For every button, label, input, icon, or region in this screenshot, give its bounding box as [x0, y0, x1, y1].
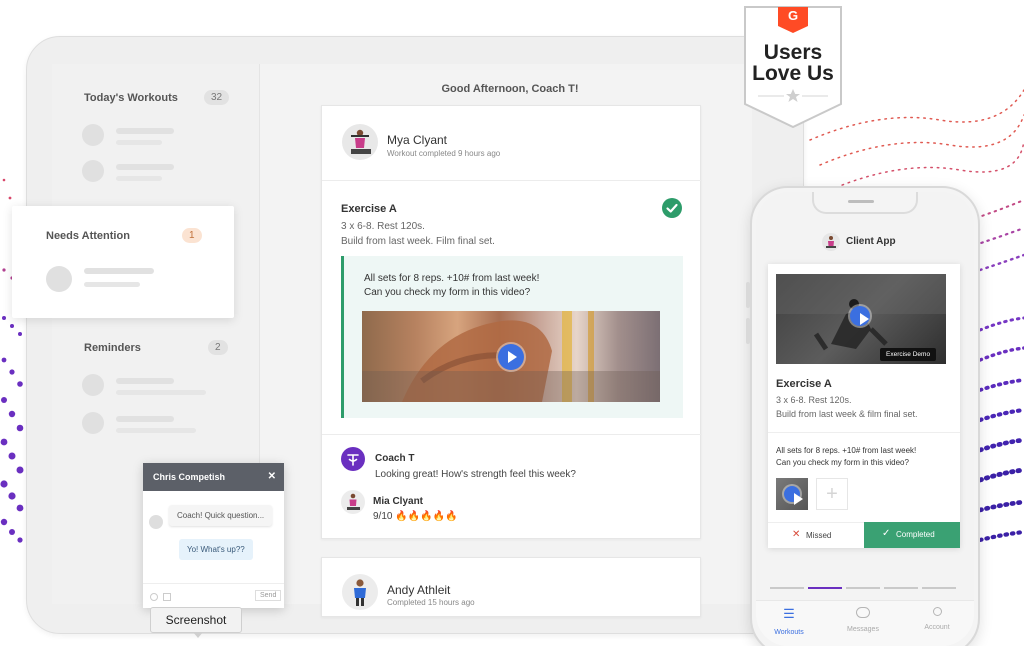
- phone-side-button: [746, 282, 750, 308]
- g2-users-love-us-badge: G Users Love Us: [744, 6, 842, 128]
- g2-logo: G: [787, 8, 799, 23]
- check-icon: ✓: [882, 528, 891, 539]
- incoming-message: Coach! Quick question...: [169, 505, 273, 526]
- chat-avatar: [149, 515, 163, 529]
- play-button[interactable]: [850, 306, 870, 326]
- workout-feed-card[interactable]: [321, 557, 701, 617]
- marketing-stage: Today's Workouts 32 Reminders 2 Good Aft…: [0, 0, 1024, 646]
- reminder-placeholder-row[interactable]: [82, 374, 212, 400]
- client-app-screen: Client App Exercise Demo Exercise A 3 x …: [756, 192, 974, 646]
- client-comment-avatar: [341, 490, 365, 514]
- exercise-title: Exercise A: [341, 203, 397, 215]
- workout-status: Completed 15 hours ago: [387, 598, 475, 607]
- exercise-demo-video[interactable]: Exercise Demo: [776, 274, 946, 364]
- add-media-button[interactable]: +: [816, 478, 848, 510]
- missed-button[interactable]: ✕ Missed: [768, 522, 864, 548]
- play-button[interactable]: [498, 344, 524, 370]
- attention-placeholder-line: [84, 282, 140, 287]
- client-form-video[interactable]: [362, 311, 660, 402]
- coach-logo-icon: [341, 447, 365, 471]
- needs-attention-card[interactable]: Needs Attention 1: [12, 206, 234, 318]
- needs-attention-count: 1: [182, 228, 202, 243]
- completed-check-icon: [662, 198, 682, 218]
- exercise-instructions: Build from last week & film final set.: [776, 409, 918, 419]
- client-avatar[interactable]: [342, 124, 378, 160]
- send-button[interactable]: Send: [255, 590, 282, 601]
- close-icon[interactable]: ✕: [268, 471, 276, 482]
- phone-side-button: [746, 318, 750, 344]
- workout-placeholder-row[interactable]: [82, 124, 212, 150]
- exercise-prescription: 3 x 6-8. Rest 120s.: [776, 395, 852, 405]
- coach-comment-text: Looking great! How's strength feel this …: [375, 469, 576, 480]
- pager-dots: [770, 587, 960, 589]
- reminder-placeholder-row[interactable]: [82, 412, 212, 438]
- phone-notch: [812, 192, 918, 214]
- workout-card[interactable]: Exercise Demo Exercise A 3 x 6-8. Rest 1…: [768, 264, 960, 548]
- client-avatar[interactable]: [342, 574, 378, 610]
- workouts-icon: ☰: [783, 606, 795, 621]
- reminders-count: 2: [208, 340, 228, 355]
- play-button[interactable]: [784, 486, 803, 505]
- app-logo-icon: [822, 233, 840, 251]
- client-name[interactable]: Mya Clyant: [387, 133, 447, 147]
- workout-placeholder-row[interactable]: [82, 160, 212, 186]
- app-title: Client App: [846, 236, 896, 247]
- card-header-divider: [322, 180, 702, 181]
- workout-status: Workout completed 9 hours ago: [387, 149, 501, 158]
- exercise-title: Exercise A: [776, 378, 832, 390]
- chat-header: Chris Competish ✕: [143, 463, 284, 491]
- attention-placeholder-avatar: [46, 266, 72, 292]
- client-note-line2: Can you check my form in this video?: [776, 458, 909, 467]
- emoji-icon[interactable]: [150, 593, 158, 601]
- exercise-instructions: Build from last week. Film final set.: [341, 236, 495, 247]
- client-name[interactable]: Andy Athleit: [387, 583, 450, 597]
- person-icon: [932, 607, 942, 616]
- speaker-grill: [848, 200, 874, 203]
- outgoing-message: Yo! What's up??: [179, 539, 253, 560]
- attention-placeholder-line: [84, 268, 154, 274]
- video-thumbnail[interactable]: [776, 478, 808, 510]
- comments-divider: [322, 434, 702, 435]
- x-icon: ✕: [792, 529, 801, 540]
- coach-comment-author: Coach T: [375, 453, 415, 464]
- tab-account[interactable]: Account: [912, 607, 962, 634]
- chat-bubble-icon: [856, 607, 870, 618]
- exercise-prescription: 3 x 6-8. Rest 120s.: [341, 221, 425, 232]
- missed-label: Missed: [806, 531, 832, 540]
- client-note-line1: All sets for 8 reps. +10# from last week…: [776, 446, 917, 455]
- tab-account-label: Account: [924, 624, 950, 631]
- completed-label: Completed: [896, 530, 935, 539]
- screenshot-tooltip: Screenshot: [150, 607, 242, 638]
- reminders-label[interactable]: Reminders: [84, 342, 141, 354]
- todays-workouts-label[interactable]: Today's Workouts: [84, 92, 178, 104]
- bottom-tab-bar: ☰ Workouts Messages Account: [756, 600, 974, 646]
- chat-popup[interactable]: Chris Competish ✕ Coach! Quick question.…: [143, 463, 284, 608]
- dashboard-greeting: Good Afternoon, Coach T!: [441, 83, 579, 95]
- exercise-demo-label: Exercise Demo: [880, 348, 937, 361]
- client-note-line2: Can you check my form in this video?: [364, 287, 531, 298]
- completed-button[interactable]: ✓ Completed: [864, 522, 960, 548]
- todays-workouts-count: 32: [204, 90, 230, 105]
- tab-workouts[interactable]: ☰ Workouts: [764, 607, 814, 639]
- badge-line2: Love Us: [752, 62, 834, 85]
- tab-messages[interactable]: Messages: [838, 607, 888, 636]
- client-comment-text: 9/10 🔥🔥🔥🔥🔥: [373, 511, 458, 522]
- attachment-icon[interactable]: [163, 593, 171, 601]
- chat-title: Chris Competish: [153, 472, 226, 482]
- tab-messages-label: Messages: [847, 626, 879, 633]
- tab-workouts-label: Workouts: [774, 629, 804, 636]
- needs-attention-label: Needs Attention: [46, 230, 130, 242]
- client-note-line1: All sets for 8 reps. +10# from last week…: [364, 273, 540, 284]
- client-comment-author: Mia Clyant: [373, 496, 424, 507]
